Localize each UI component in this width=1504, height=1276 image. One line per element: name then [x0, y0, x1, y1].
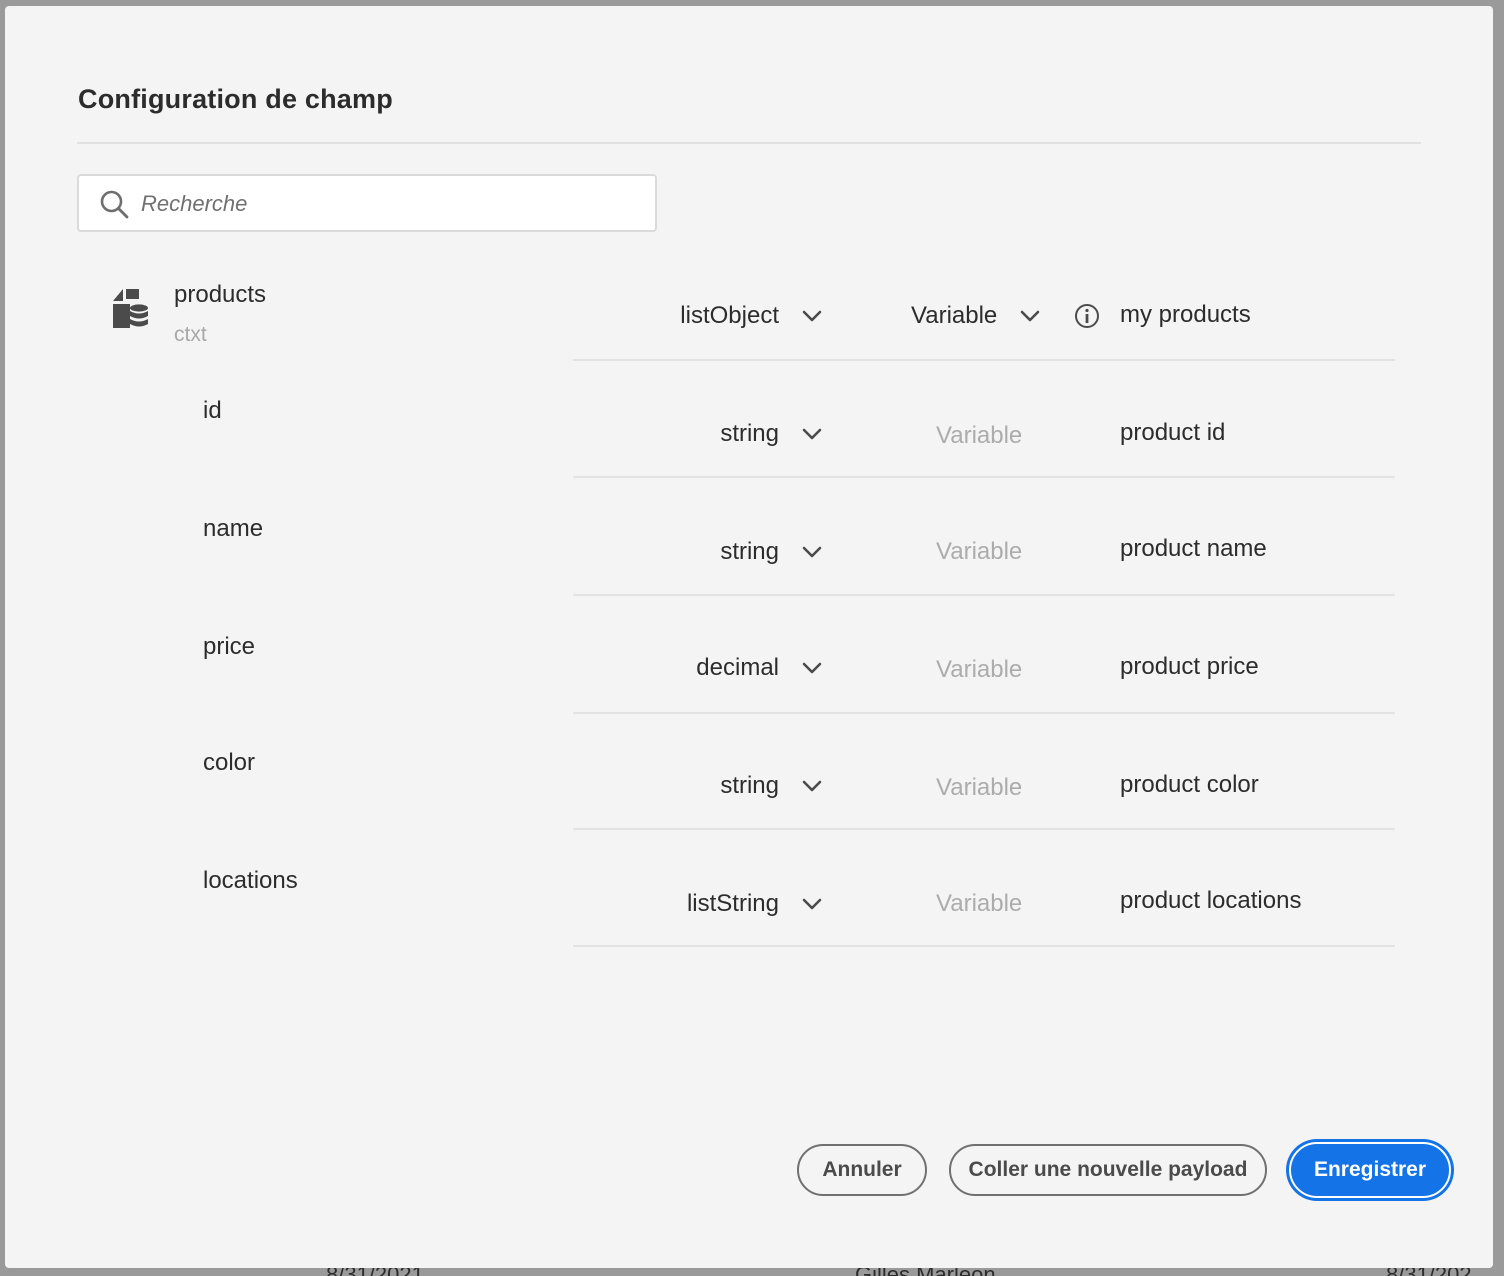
field-name-id: id: [203, 397, 222, 424]
type-select-price[interactable]: decimal: [563, 648, 823, 688]
row-divider: [573, 359, 1395, 361]
chevron-down-icon: [802, 428, 822, 440]
type-select-name[interactable]: string: [563, 532, 823, 572]
chevron-down-icon: [802, 546, 822, 558]
field-name-price: price: [203, 633, 256, 660]
title-divider: [77, 142, 1421, 144]
type-select-locations[interactable]: listString: [563, 884, 823, 924]
chevron-down-icon: [802, 310, 822, 322]
field-name-name: name: [203, 515, 264, 542]
field-name-products: products: [174, 281, 267, 308]
type-value: listString: [686, 890, 779, 917]
type-select-id[interactable]: string: [563, 414, 823, 454]
field-description: product locations: [1120, 887, 1302, 914]
field-description: my products: [1120, 301, 1251, 328]
variable-value: Variable: [936, 422, 1023, 449]
field-description: product id: [1120, 419, 1226, 446]
row-divider: [573, 476, 1395, 478]
field-name-locations: locations: [203, 867, 298, 894]
field-description: product color: [1120, 771, 1259, 798]
row-divider: [573, 945, 1395, 947]
variable-field-name: Variable: [936, 532, 1022, 572]
variable-value: Variable: [936, 538, 1023, 565]
type-value: string: [720, 538, 779, 565]
search-box[interactable]: [77, 174, 657, 232]
chevron-down-icon: [802, 662, 822, 674]
object-list-icon: [113, 289, 148, 328]
field-name-color: color: [203, 749, 256, 776]
type-value: string: [720, 420, 779, 447]
chevron-down-icon: [1020, 310, 1040, 322]
search-icon: [100, 190, 129, 219]
save-button[interactable]: Enregistrer: [1289, 1142, 1451, 1198]
variable-field-id: Variable: [936, 416, 1022, 456]
variable-field-locations: Variable: [936, 884, 1022, 924]
dialog-title: Configuration de champ: [78, 84, 393, 114]
type-select-color[interactable]: string: [563, 766, 823, 806]
variable-field-price: Variable: [936, 650, 1022, 690]
field-context: ctxt: [174, 323, 207, 346]
info-icon[interactable]: [1073, 302, 1101, 330]
variable-value: Variable: [936, 774, 1023, 801]
type-value: decimal: [696, 654, 779, 681]
field-description: product name: [1120, 535, 1267, 562]
row-divider: [573, 594, 1395, 596]
type-select-products[interactable]: listObject: [563, 296, 823, 336]
variable-field-color: Variable: [936, 768, 1022, 808]
variable-value: Variable: [911, 302, 998, 329]
paste-payload-button[interactable]: Coller une nouvelle payload: [949, 1144, 1267, 1196]
row-divider: [573, 828, 1395, 830]
type-value: string: [720, 772, 779, 799]
type-value: listObject: [680, 302, 779, 329]
variable-select-products[interactable]: Variable: [911, 296, 1041, 336]
cancel-button[interactable]: Annuler: [797, 1144, 927, 1196]
field-configuration-dialog: Configuration de champ products ctxt lis…: [5, 6, 1493, 1268]
variable-value: Variable: [936, 890, 1023, 917]
row-divider: [573, 712, 1395, 714]
field-description: product price: [1120, 653, 1259, 680]
variable-value: Variable: [936, 656, 1023, 683]
chevron-down-icon: [802, 780, 822, 792]
search-input[interactable]: [141, 186, 641, 222]
chevron-down-icon: [802, 898, 822, 910]
